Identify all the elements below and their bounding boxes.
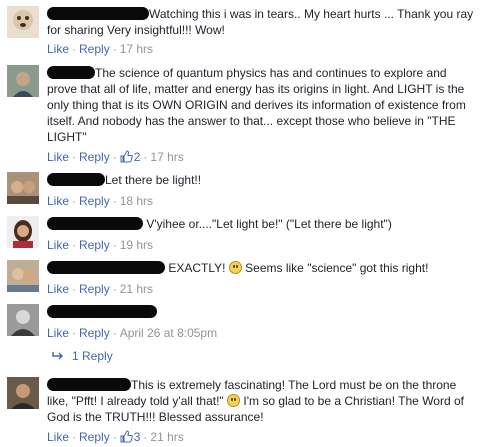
like-link[interactable]: Like [47,282,69,296]
like-count[interactable]: 2 [120,150,141,164]
avatar[interactable] [7,6,39,38]
reply-link[interactable]: Reply [79,150,110,164]
reply-link[interactable]: Reply [79,326,110,340]
reply-link[interactable]: Reply [79,282,110,296]
like-count[interactable]: 3 [120,430,141,444]
avatar[interactable] [7,260,39,292]
like-link[interactable]: Like [47,430,69,444]
view-replies-label: 1 Reply [72,349,113,363]
view-replies-link[interactable]: 1 Reply [52,348,113,364]
comment-text: V'yihee or...."Let light be!" ("Let ther… [146,217,392,231]
redacted-name [47,66,95,79]
timestamp[interactable]: 21 hrs [120,282,153,296]
reply-link[interactable]: Reply [79,430,110,444]
avatar[interactable] [7,377,39,409]
thumbs-up-icon [120,150,133,163]
comment-actions: Like · Reply · 2 · 17 hrs [47,150,184,164]
comment-actions: Like · Reply · 17 hrs [47,42,154,56]
timestamp[interactable]: 18 hrs [120,194,153,208]
comment-body: The science of quantum physics has and c… [47,65,479,145]
avatar[interactable] [7,304,39,336]
comment-text-end: Seems like "science" got this right! [245,261,429,275]
like-count-value: 3 [133,430,141,444]
like-count-value: 2 [133,150,141,164]
timestamp[interactable]: April 26 at 8:05pm [120,326,217,340]
reply-arrow-icon [52,352,63,360]
redacted-name [47,305,157,318]
smiley-face-icon [228,261,242,274]
comment-text: Let there be light!! [105,173,202,187]
comment-actions: Like · Reply · April 26 at 8:05pm [47,326,218,340]
reply-link[interactable]: Reply [79,238,110,252]
comment-actions: Like · Reply · 18 hrs [47,194,154,208]
timestamp[interactable]: 19 hrs [120,238,153,252]
comment-body: V'yihee or...."Let light be!" ("Let ther… [47,216,479,232]
redacted-name [47,378,131,391]
comment-body: Watching this i was in tears.. My heart … [47,6,479,38]
timestamp[interactable]: 21 hrs [150,430,183,444]
comment-body: Let there be light!! [47,172,479,188]
comment-actions: Like · Reply · 19 hrs [47,238,154,252]
like-link[interactable]: Like [47,238,69,252]
avatar[interactable] [7,172,39,204]
reply-link[interactable]: Reply [79,194,110,208]
redacted-name [47,173,105,186]
comment-body [47,304,479,320]
timestamp[interactable]: 17 hrs [120,42,153,56]
reply-link[interactable]: Reply [79,42,110,56]
like-link[interactable]: Like [47,42,69,56]
smiley-face-icon [227,394,241,407]
comment-text: The science of quantum physics has and c… [47,66,466,144]
comment-actions: Like · Reply · 3 · 21 hrs [47,430,184,444]
avatar[interactable] [7,65,39,97]
like-link[interactable]: Like [47,326,69,340]
comment-actions: Like · Reply · 21 hrs [47,282,154,296]
redacted-name [47,217,143,230]
comment-body: EXACTLY! Seems like "science" got this r… [47,260,479,276]
redacted-name [47,261,165,274]
comment-body: This is extremely fascinating! The Lord … [47,377,479,425]
timestamp[interactable]: 17 hrs [150,150,183,164]
avatar[interactable] [7,216,39,248]
thumbs-up-icon [120,430,133,443]
redacted-name [47,7,149,20]
comment-text-start: EXACTLY! [168,261,226,275]
like-link[interactable]: Like [47,150,69,164]
like-link[interactable]: Like [47,194,69,208]
